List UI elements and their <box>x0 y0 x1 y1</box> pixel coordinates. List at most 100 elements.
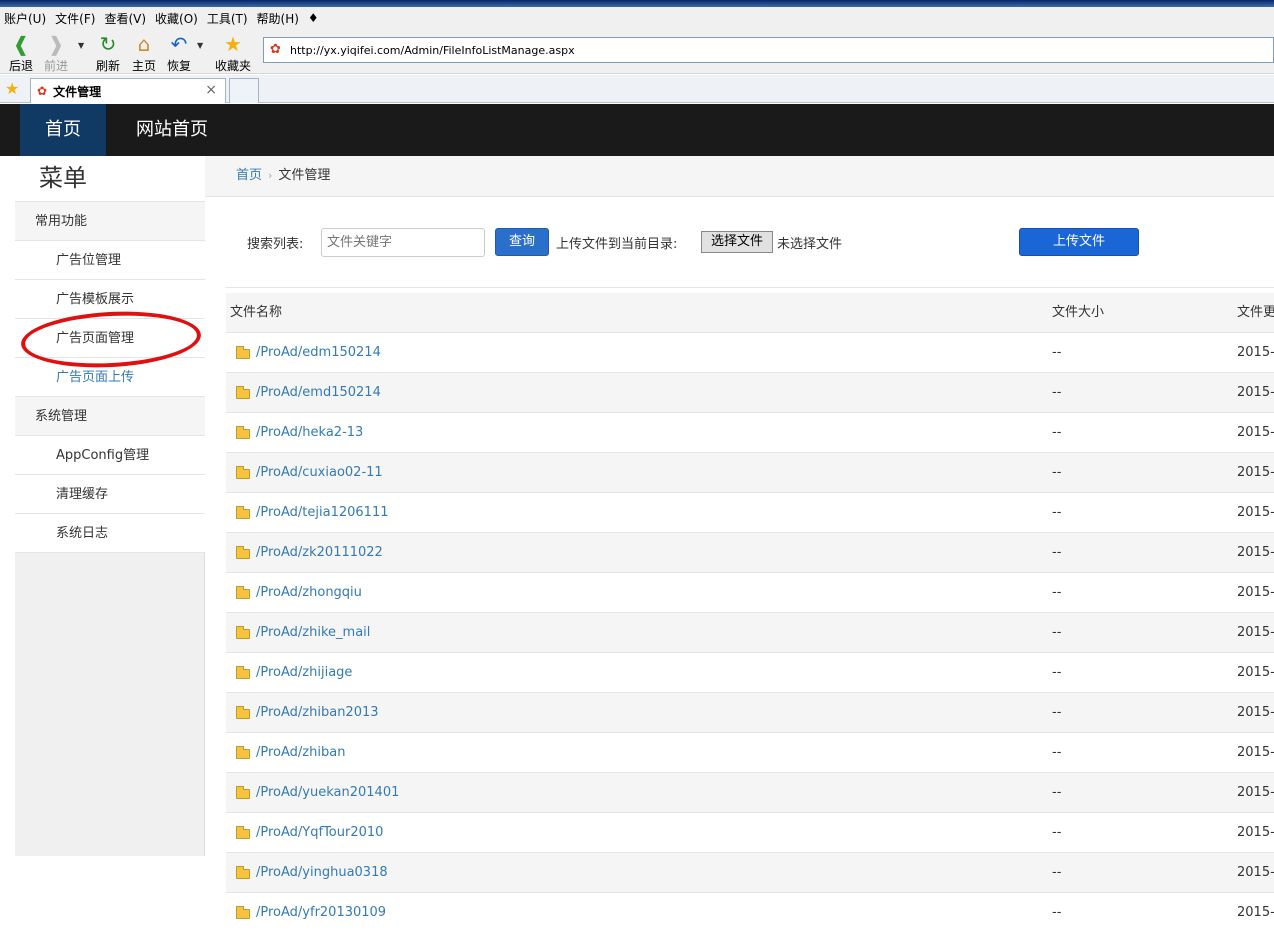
file-name-link[interactable]: /ProAd/zk20111022 <box>236 533 383 573</box>
file-name-link[interactable]: /ProAd/zhijiage <box>236 653 352 693</box>
tshirt-icon[interactable]: ♦ <box>308 11 319 25</box>
forward-button[interactable]: ❱ 前进 <box>36 32 76 74</box>
home-icon: ⌂ <box>137 32 151 56</box>
upload-file-button[interactable]: 上传文件 <box>1019 228 1139 256</box>
file-size: -- <box>1052 745 1062 760</box>
file-size: -- <box>1052 425 1062 440</box>
file-date: 2015- <box>1237 385 1274 400</box>
breadcrumb-current: 文件管理 <box>278 168 331 183</box>
search-input[interactable] <box>321 228 485 257</box>
new-tab-button[interactable] <box>229 78 259 103</box>
folder-icon <box>236 746 250 759</box>
file-name-link[interactable]: /ProAd/heka2-13 <box>236 413 363 453</box>
back-arrow-icon: ❰ <box>12 32 30 56</box>
menu-tools[interactable]: 工具(T) <box>207 10 248 27</box>
nav-site-home[interactable]: 网站首页 <box>136 104 208 156</box>
file-date: 2015- <box>1237 505 1274 520</box>
file-date: 2015- <box>1237 545 1274 560</box>
address-url: http://yx.yiqifei.com/Admin/FileInfoList… <box>290 43 575 57</box>
sidebar-item-ad-slot[interactable]: 广告位管理 <box>15 241 205 280</box>
favorites-star-icon[interactable]: ★ <box>5 79 19 98</box>
tab-close-icon[interactable]: × <box>205 82 217 98</box>
forward-dropdown-icon[interactable]: ▼ <box>78 41 84 50</box>
folder-icon <box>236 706 250 719</box>
menu-help[interactable]: 帮助(H) <box>257 10 299 27</box>
file-name-link[interactable]: /ProAd/zhike_mail <box>236 613 370 653</box>
column-header-size[interactable]: 文件大小 <box>1052 293 1104 333</box>
choose-file-button[interactable]: 选择文件 <box>701 231 773 253</box>
query-button[interactable]: 查询 <box>495 228 549 256</box>
file-size: -- <box>1052 865 1062 880</box>
file-name-text: /ProAd/YqfTour2010 <box>256 825 384 840</box>
restore-button[interactable]: ↶ 恢复 <box>159 32 199 74</box>
file-name-text: /ProAd/zhiban <box>256 745 346 760</box>
file-size: -- <box>1052 385 1062 400</box>
file-name-link[interactable]: /ProAd/tejia1206111 <box>236 493 388 533</box>
menu-favorites[interactable]: 收藏(O) <box>155 10 198 27</box>
sidebar-item-clear-cache[interactable]: 清理缓存 <box>15 475 205 514</box>
menu-view[interactable]: 查看(V) <box>104 10 146 27</box>
menu-title: 菜单 <box>15 156 205 202</box>
menu-account[interactable]: 账户(U) <box>4 10 46 27</box>
back-button[interactable]: ❰ 后退 <box>1 32 41 74</box>
sidebar-item-system-log[interactable]: 系统日志 <box>15 514 205 553</box>
menu-group-system[interactable]: 系统管理 <box>15 397 205 436</box>
tab-bar: ★ ✿ 文件管理 × <box>0 75 1274 103</box>
folder-icon <box>236 586 250 599</box>
home-button[interactable]: ⌂ 主页 <box>124 32 164 74</box>
file-date: 2015- <box>1237 665 1274 680</box>
site-header: 首页 网站首页 <box>0 104 1274 156</box>
table-row: /ProAd/yinghua0318 -- 2015- <box>226 853 1274 893</box>
restore-dropdown-icon[interactable]: ▼ <box>197 41 203 50</box>
table-row: /ProAd/zhijiage -- 2015- <box>226 653 1274 693</box>
file-name-link[interactable]: /ProAd/zhongqiu <box>236 573 362 613</box>
file-date: 2015- <box>1237 585 1274 600</box>
folder-icon <box>236 386 250 399</box>
column-header-date[interactable]: 文件更 <box>1237 293 1274 333</box>
folder-icon <box>236 786 250 799</box>
file-name-text: /ProAd/zhike_mail <box>256 625 371 640</box>
window-titlebar <box>0 0 1274 7</box>
sidebar: 菜单 常用功能 广告位管理 广告模板展示 广告页面管理 广告页面上传 系统管理 … <box>15 156 205 856</box>
file-name-text: /ProAd/yuekan201401 <box>256 785 400 800</box>
folder-icon <box>236 546 250 559</box>
file-size: -- <box>1052 545 1062 560</box>
file-name-link[interactable]: /ProAd/zhiban <box>236 733 345 773</box>
browser-menubar: 账户(U) 文件(F) 查看(V) 收藏(O) 工具(T) 帮助(H) ♦ <box>0 7 1274 29</box>
file-name-link[interactable]: /ProAd/yuekan201401 <box>236 773 399 813</box>
refresh-button[interactable]: ↻ 刷新 <box>88 32 128 74</box>
file-name-link[interactable]: /ProAd/yinghua0318 <box>236 853 388 893</box>
menu-file[interactable]: 文件(F) <box>55 10 95 27</box>
folder-icon <box>236 346 250 359</box>
tab-file-manage[interactable]: ✿ 文件管理 × <box>30 78 226 103</box>
favorites-button[interactable]: ★ 收藏夹 <box>213 32 253 74</box>
no-file-text: 未选择文件 <box>777 237 843 252</box>
folder-icon <box>236 866 250 879</box>
breadcrumb-home-link[interactable]: 首页 <box>236 168 262 183</box>
sidebar-item-appconfig[interactable]: AppConfig管理 <box>15 436 205 475</box>
folder-icon <box>236 506 250 519</box>
star-icon: ★ <box>224 32 242 56</box>
file-name-link[interactable]: /ProAd/cuxiao02-11 <box>236 453 383 493</box>
address-bar[interactable]: ✿ http://yx.yiqifei.com/Admin/FileInfoLi… <box>263 37 1274 63</box>
folder-icon <box>236 906 250 919</box>
file-size: -- <box>1052 705 1062 720</box>
file-name-link[interactable]: /ProAd/edm150214 <box>236 333 381 373</box>
file-name-text: /ProAd/edm150214 <box>256 345 381 360</box>
file-name-text: /ProAd/zhijiage <box>256 665 353 680</box>
table-row: /ProAd/zk20111022 -- 2015- <box>226 533 1274 573</box>
chevron-right-icon: › <box>268 169 273 182</box>
file-date: 2015- <box>1237 625 1274 640</box>
file-name-link[interactable]: /ProAd/yfr20130109 <box>236 893 386 930</box>
menu-group-common[interactable]: 常用功能 <box>15 202 205 241</box>
file-date: 2015- <box>1237 785 1274 800</box>
column-header-name[interactable]: 文件名称 <box>230 293 282 333</box>
nav-home[interactable]: 首页 <box>20 104 106 156</box>
file-name-link[interactable]: /ProAd/emd150214 <box>236 373 381 413</box>
file-size: -- <box>1052 465 1062 480</box>
file-name-text: /ProAd/zhiban2013 <box>256 705 379 720</box>
tab-title: 文件管理 <box>53 84 102 99</box>
table-header: 文件名称 文件大小 文件更 <box>226 293 1274 333</box>
file-name-link[interactable]: /ProAd/YqfTour2010 <box>236 813 383 853</box>
file-name-link[interactable]: /ProAd/zhiban2013 <box>236 693 379 733</box>
